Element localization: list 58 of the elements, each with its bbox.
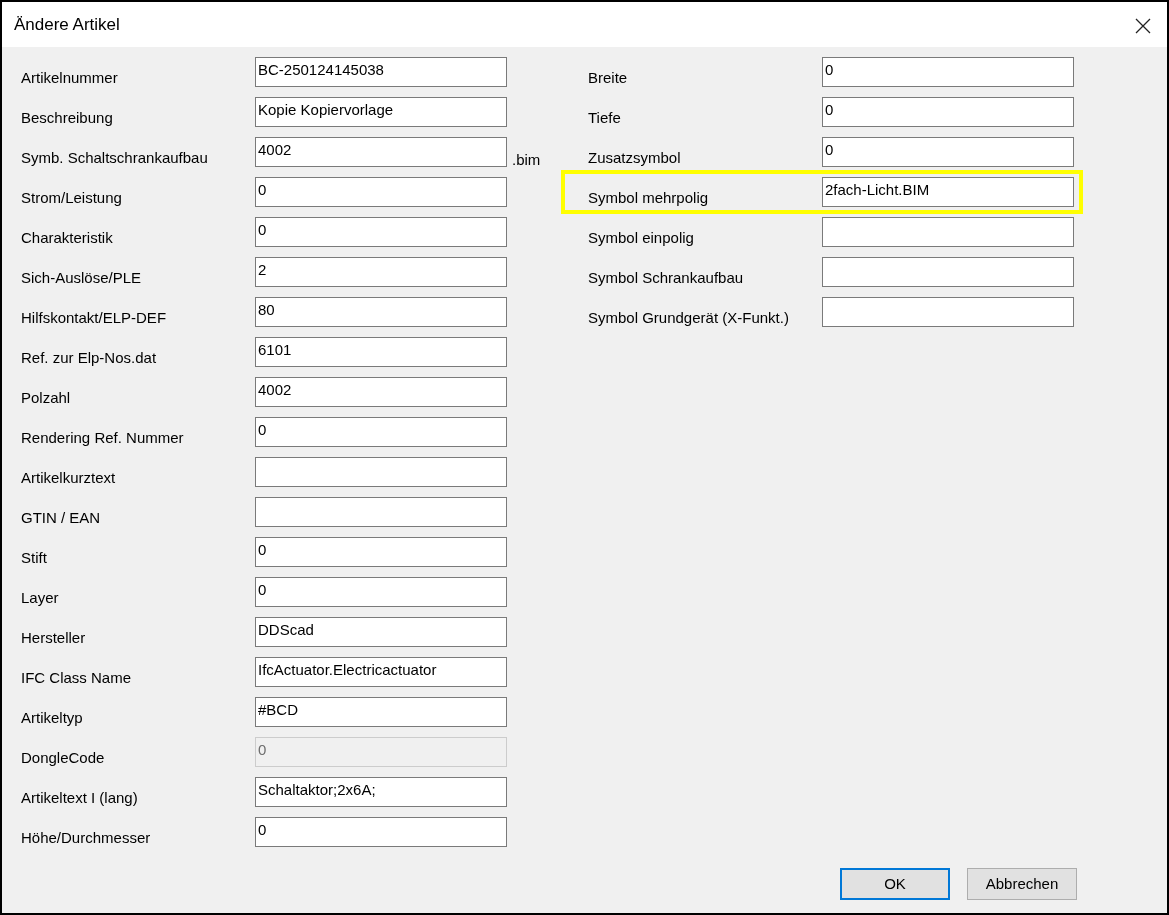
field-label: Rendering Ref. Nummer <box>21 428 185 448</box>
field-label: Artikelkurztext <box>21 468 117 488</box>
field-label: Breite <box>588 68 629 88</box>
field-label: Layer <box>21 588 60 608</box>
field-label: Symbol Grundgerät (X-Funkt.) <box>588 308 790 328</box>
text-field[interactable]: 0 <box>822 97 1074 127</box>
text-field[interactable]: 0 <box>255 177 507 207</box>
text-field[interactable]: 80 <box>255 297 507 327</box>
text-field[interactable]: 0 <box>255 577 507 607</box>
text-field[interactable] <box>822 297 1074 327</box>
text-field[interactable] <box>822 257 1074 287</box>
field-label: Zusatzsymbol <box>588 148 682 168</box>
text-field[interactable]: 0 <box>822 137 1074 167</box>
close-icon[interactable] <box>1135 17 1151 34</box>
field-label: Hersteller <box>21 628 87 648</box>
field-label: IFC Class Name <box>21 668 133 688</box>
field-label: Beschreibung <box>21 108 114 128</box>
field-label: Artikeltyp <box>21 708 84 728</box>
text-field[interactable]: DDScad <box>255 617 507 647</box>
field-label: Stift <box>21 548 48 568</box>
field-label: Höhe/Durchmesser <box>21 828 152 848</box>
field-label: Artikeltext I (lang) <box>21 788 139 808</box>
text-field[interactable]: 2fach-Licht.BIM <box>822 177 1074 207</box>
field-label: Sich-Auslöse/PLE <box>21 268 143 288</box>
file-extension: .bim <box>512 150 541 170</box>
field-label: Symbol Schrankaufbau <box>588 268 745 288</box>
text-field[interactable]: #BCD <box>255 697 507 727</box>
text-field[interactable]: 0 <box>255 817 507 847</box>
text-field[interactable]: BC-250124145038 <box>255 57 507 87</box>
field-label: Artikelnummer <box>21 68 119 88</box>
text-field[interactable]: 4002 <box>255 377 507 407</box>
field-label: Charakteristik <box>21 228 114 248</box>
dialog-button[interactable]: Abbrechen <box>967 868 1077 900</box>
field-label: Strom/Leistung <box>21 188 123 208</box>
text-field[interactable]: Schaltaktor;2x6A; <box>255 777 507 807</box>
text-field[interactable] <box>255 457 507 487</box>
text-field[interactable]: 0 <box>255 537 507 567</box>
field-label: Ref. zur Elp-Nos.dat <box>21 348 158 368</box>
field-label: Hilfskontakt/ELP-DEF <box>21 308 168 328</box>
text-field[interactable]: 0 <box>255 217 507 247</box>
field-label: Symbol einpolig <box>588 228 695 248</box>
field-label: Symbol mehrpolig <box>588 188 710 208</box>
text-field[interactable]: 0 <box>822 57 1074 87</box>
text-field[interactable]: 4002 <box>255 137 507 167</box>
text-field[interactable] <box>822 217 1074 247</box>
text-field[interactable]: 0 <box>255 417 507 447</box>
text-field[interactable]: Kopie Kopiervorlage <box>255 97 507 127</box>
text-field[interactable]: 6101 <box>255 337 507 367</box>
text-field[interactable]: 2 <box>255 257 507 287</box>
field-label: Symb. Schaltschrankaufbau <box>21 148 209 168</box>
field-label: GTIN / EAN <box>21 508 102 528</box>
field-label: Polzahl <box>21 388 72 408</box>
text-field[interactable]: IfcActuator.Electricactuator <box>255 657 507 687</box>
field-label: DongleCode <box>21 748 106 768</box>
dialog-button[interactable]: OK <box>840 868 950 900</box>
text-field[interactable] <box>255 497 507 527</box>
field-label: Tiefe <box>588 108 622 128</box>
window-title: Ändere Artikel <box>14 13 120 36</box>
